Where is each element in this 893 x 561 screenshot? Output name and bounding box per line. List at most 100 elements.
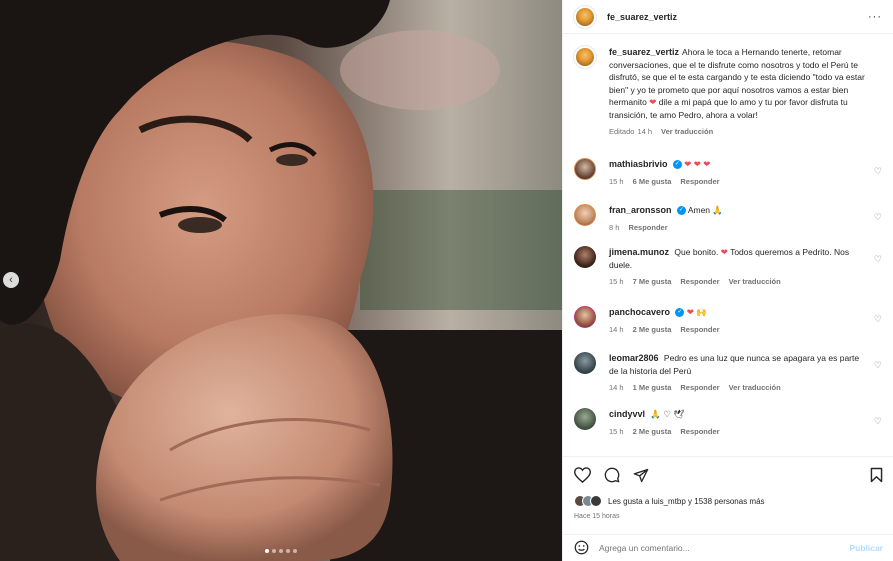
comment-reply[interactable]: Responder xyxy=(680,277,719,286)
portrait-image xyxy=(0,0,562,561)
like-comment-heart-icon[interactable]: ♡ xyxy=(874,254,882,265)
caption-time: 14 h xyxy=(637,127,653,136)
comments-list[interactable]: fe_suarez_vertiz Ahora le toca a Hernando… xyxy=(563,34,893,455)
comment-row: jimena.munoz Que bonito. ❤ Todos queremo… xyxy=(574,246,882,306)
caption-body: fe_suarez_vertiz Ahora le toca a Hernando… xyxy=(609,46,882,136)
instagram-post-modal: ‹ fe_suarez_vertiz ··· fe_suarez_vertiz A… xyxy=(0,0,893,561)
verified-badge-icon: ✓ xyxy=(675,308,685,318)
post-time-ago: Hace 15 horas xyxy=(574,513,620,520)
comment-meta: 15 h 7 Me gusta Responder Ver traducción xyxy=(609,277,868,286)
comment-text: cindyvvl 🙏 ♡ 🕊 xyxy=(609,408,868,421)
caption: fe_suarez_vertiz Ahora le toca a Hernando… xyxy=(574,46,882,136)
caption-meta: Editado 14 h Ver traducción xyxy=(609,127,868,136)
comment-time: 8 h xyxy=(609,222,620,232)
comment-emoji: 🙏 ♡ 🕊 xyxy=(650,409,685,419)
commenter-avatar[interactable] xyxy=(574,158,596,180)
carousel-dot xyxy=(286,549,290,553)
comment-translate[interactable]: Ver traducción xyxy=(729,277,781,286)
commenter-avatar[interactable] xyxy=(574,306,596,328)
carousel-dot xyxy=(265,549,269,553)
comment-likes[interactable]: 2 Me gusta xyxy=(633,325,672,334)
comment-reply[interactable]: Responder xyxy=(628,223,667,232)
comment-text-body: Que bonito. xyxy=(674,247,719,257)
comment-time: 14 h xyxy=(609,383,624,392)
like-comment-heart-icon[interactable]: ♡ xyxy=(874,360,882,371)
post-photo: ‹ xyxy=(0,0,562,561)
post-actions: Les gusta a luis_mtbp y 1538 personas má… xyxy=(563,456,893,520)
comment-likes[interactable]: 1 Me gusta xyxy=(633,383,672,392)
more-horizontal-icon[interactable]: ··· xyxy=(868,11,882,23)
caption-edited-label: Editado xyxy=(609,127,635,136)
comment-text: mathiasbrivio ✓ ❤ ❤ ❤ xyxy=(609,158,868,171)
comment-username[interactable]: leomar2806 xyxy=(609,353,659,363)
comment-emoji: ❤ 🙌 xyxy=(686,307,707,317)
commenter-avatar[interactable] xyxy=(574,408,596,430)
comment-likes[interactable]: 2 Me gusta xyxy=(633,427,672,436)
comment-likes[interactable]: 6 Me gusta xyxy=(633,177,672,186)
comment-meta: 15 h 6 Me gusta Responder xyxy=(609,177,868,186)
comment-username[interactable]: jimena.munoz xyxy=(609,247,669,257)
bookmark-save-icon[interactable] xyxy=(870,467,883,483)
comment-text: fran_aronsson ✓ Amen 🙏 xyxy=(609,204,868,217)
carousel-dots xyxy=(265,549,297,553)
comment-username[interactable]: cindyvvl xyxy=(609,409,645,419)
carousel-prev-button[interactable]: ‹ xyxy=(3,272,19,288)
commenter-avatar[interactable] xyxy=(574,352,596,374)
heart-emoji-icon: ❤ xyxy=(649,97,657,107)
comment-translate[interactable]: Ver traducción xyxy=(729,383,781,392)
likes-summary[interactable]: Les gusta a luis_mtbp y 1538 personas má… xyxy=(574,495,883,507)
comment-meta: 14 h 1 Me gusta Responder Ver traducción xyxy=(609,383,868,392)
comment-time: 15 h xyxy=(609,176,624,186)
comment-reply[interactable]: Responder xyxy=(680,383,719,392)
comment-time: 15 h xyxy=(609,277,624,286)
comment-body: jimena.munoz Que bonito. ❤ Todos queremo… xyxy=(609,246,882,306)
post-comment-button[interactable]: Publicar xyxy=(849,543,883,553)
add-comment-bar: Publicar xyxy=(563,534,893,561)
comment-bubble-icon[interactable] xyxy=(604,467,620,483)
comment-row: cindyvvl 🙏 ♡ 🕊 15 h 2 Me gusta Responder… xyxy=(574,408,882,448)
carousel-dot xyxy=(279,549,283,553)
like-heart-icon[interactable] xyxy=(574,467,591,483)
commenter-avatar[interactable] xyxy=(574,246,596,268)
comment-username[interactable]: mathiasbrivio xyxy=(609,159,668,169)
comment-row: leomar2806 Pedro es una luz que nunca se… xyxy=(574,352,882,408)
comment-emoji: ❤ ❤ ❤ xyxy=(684,159,711,169)
like-comment-heart-icon[interactable]: ♡ xyxy=(874,212,882,223)
commenter-avatar[interactable] xyxy=(574,204,596,226)
comment-row: mathiasbrivio ✓ ❤ ❤ ❤ 15 h 6 Me gusta Re… xyxy=(574,158,882,204)
comment-time: 15 h xyxy=(609,426,624,436)
comment-meta: 14 h 2 Me gusta Responder xyxy=(609,325,868,334)
emoji-smile-icon[interactable] xyxy=(574,540,589,557)
comment-reply[interactable]: Responder xyxy=(680,325,719,334)
comment-username[interactable]: panchocavero xyxy=(609,307,670,317)
comment-reply[interactable]: Responder xyxy=(680,427,719,436)
caption-avatar[interactable] xyxy=(574,46,596,68)
action-icons xyxy=(574,466,883,484)
comment-row: panchocavero ✓ ❤ 🙌 14 h 2 Me gusta Respo… xyxy=(574,306,882,352)
like-comment-heart-icon[interactable]: ♡ xyxy=(874,166,882,177)
comment-likes[interactable]: 7 Me gusta xyxy=(633,277,672,286)
comment-body: panchocavero ✓ ❤ 🙌 14 h 2 Me gusta Respo… xyxy=(609,306,882,352)
comment-username[interactable]: fran_aronsson xyxy=(609,205,672,215)
comment-meta: 8 h Responder xyxy=(609,223,868,232)
verified-badge-icon: ✓ xyxy=(672,160,682,170)
comment-text: leomar2806 Pedro es una luz que nunca se… xyxy=(609,352,868,377)
comment-input[interactable] xyxy=(599,543,850,553)
comment-emoji: ❤ xyxy=(720,247,728,257)
caption-translate-link[interactable]: Ver traducción xyxy=(661,127,713,136)
caption-username[interactable]: fe_suarez_vertiz xyxy=(609,47,679,57)
verified-badge-icon: ✓ xyxy=(676,206,686,216)
carousel-dot xyxy=(272,549,276,553)
comment-text: jimena.munoz Que bonito. ❤ Todos queremo… xyxy=(609,246,868,271)
comment-reply[interactable]: Responder xyxy=(680,177,719,186)
share-paper-plane-icon[interactable] xyxy=(633,468,649,483)
like-comment-heart-icon[interactable]: ♡ xyxy=(874,416,882,427)
comment-emoji: 🙏 xyxy=(712,205,723,215)
author-username[interactable]: fe_suarez_vertiz xyxy=(607,12,677,22)
comment-body: leomar2806 Pedro es una luz que nunca se… xyxy=(609,352,882,408)
like-comment-heart-icon[interactable]: ♡ xyxy=(874,314,882,325)
author-avatar[interactable] xyxy=(574,5,596,28)
caption-text: fe_suarez_vertiz Ahora le toca a Hernando… xyxy=(609,46,868,121)
carousel-dot xyxy=(293,549,297,553)
post-header: fe_suarez_vertiz ··· xyxy=(563,0,893,34)
